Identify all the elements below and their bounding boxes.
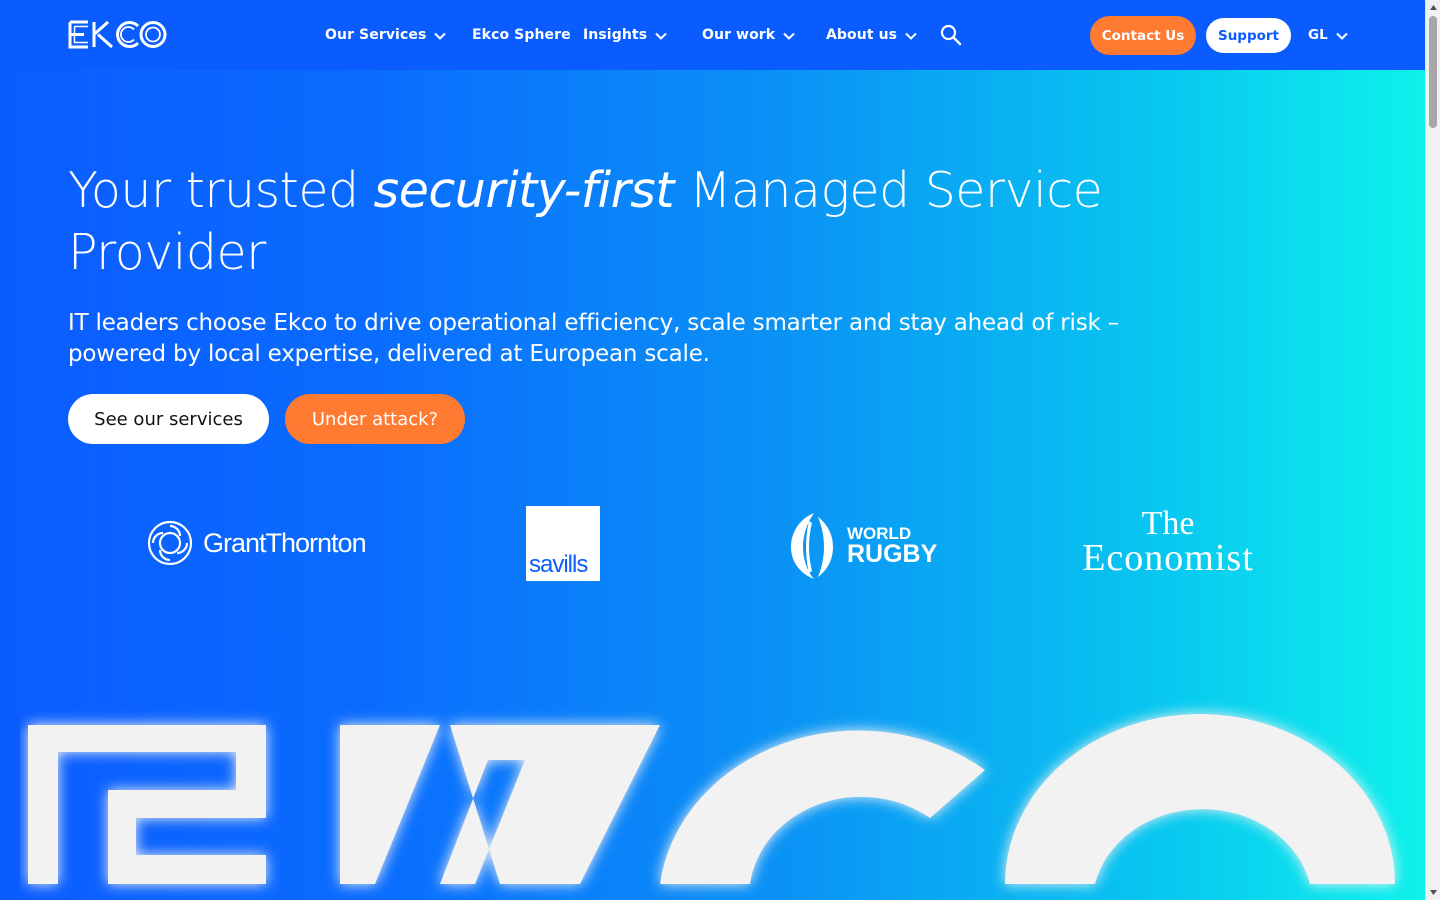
hero-subtitle: IT leaders choose Ekco to drive operatio… (68, 310, 1120, 367)
world-rugby-emblem-icon (791, 513, 833, 579)
ekco-logo[interactable] (68, 20, 168, 49)
nav-label: Our work (702, 27, 776, 43)
search-icon[interactable] (940, 24, 962, 46)
support-button[interactable]: Support (1206, 18, 1291, 53)
scrollbar-thumb[interactable] (1429, 16, 1437, 128)
scroll-down-arrow-icon[interactable] (1429, 888, 1438, 897)
language-label: GL (1308, 27, 1328, 43)
world-rugby-wordmark: WORLD RUGBY (847, 525, 937, 567)
world-rugby-line2: RUGBY (847, 540, 938, 568)
nav-label: About us (826, 27, 898, 43)
chevron-down-icon (655, 32, 667, 40)
economist-line2: Economist (1082, 537, 1254, 580)
chevron-down-icon (905, 32, 917, 40)
grant-thornton-logo: GrantThornton (147, 518, 387, 568)
nav-label: Ekco Sphere (472, 27, 571, 43)
economist-logo: The Economist (1063, 505, 1273, 580)
hero-title-emphasis: security-first (373, 162, 675, 219)
savills-logo: savills (526, 506, 600, 581)
chevron-down-icon (1335, 32, 1348, 40)
contact-us-button[interactable]: Contact Us (1090, 16, 1196, 55)
chevron-down-icon (783, 32, 795, 40)
page-scrollbar[interactable] (1425, 0, 1440, 900)
nav-about-us[interactable]: About us (826, 0, 917, 70)
world-rugby-logo: WORLD RUGBY (787, 510, 947, 582)
grant-thornton-emblem-icon (147, 520, 193, 566)
nav-insights[interactable]: Insights (583, 0, 667, 70)
hero-title-start: Your trusted (68, 162, 374, 219)
nav-label: Insights (583, 27, 648, 43)
nav-ekco-sphere[interactable]: Ekco Sphere (472, 0, 571, 70)
see-our-services-button[interactable]: See our services (68, 394, 269, 444)
site-header: Our Services Ekco Sphere Insights Our wo… (0, 0, 1425, 70)
under-attack-button[interactable]: Under attack? (285, 394, 465, 444)
scroll-up-arrow-icon[interactable] (1429, 3, 1438, 12)
chevron-down-icon (434, 32, 447, 40)
economist-line1: The (1141, 505, 1195, 542)
language-selector[interactable]: GL (1308, 0, 1348, 70)
ekco-large-watermark (28, 714, 1395, 884)
grant-thornton-wordmark: GrantThornton (203, 527, 367, 558)
page: Our Services Ekco Sphere Insights Our wo… (0, 0, 1425, 900)
nav-our-services[interactable]: Our Services (325, 0, 447, 70)
nav-label: Our Services (325, 27, 427, 43)
nav-our-work[interactable]: Our work (702, 0, 795, 70)
savills-wordmark: savills (529, 551, 588, 578)
hero-title: Your trusted security-first Managed Serv… (68, 160, 1168, 284)
